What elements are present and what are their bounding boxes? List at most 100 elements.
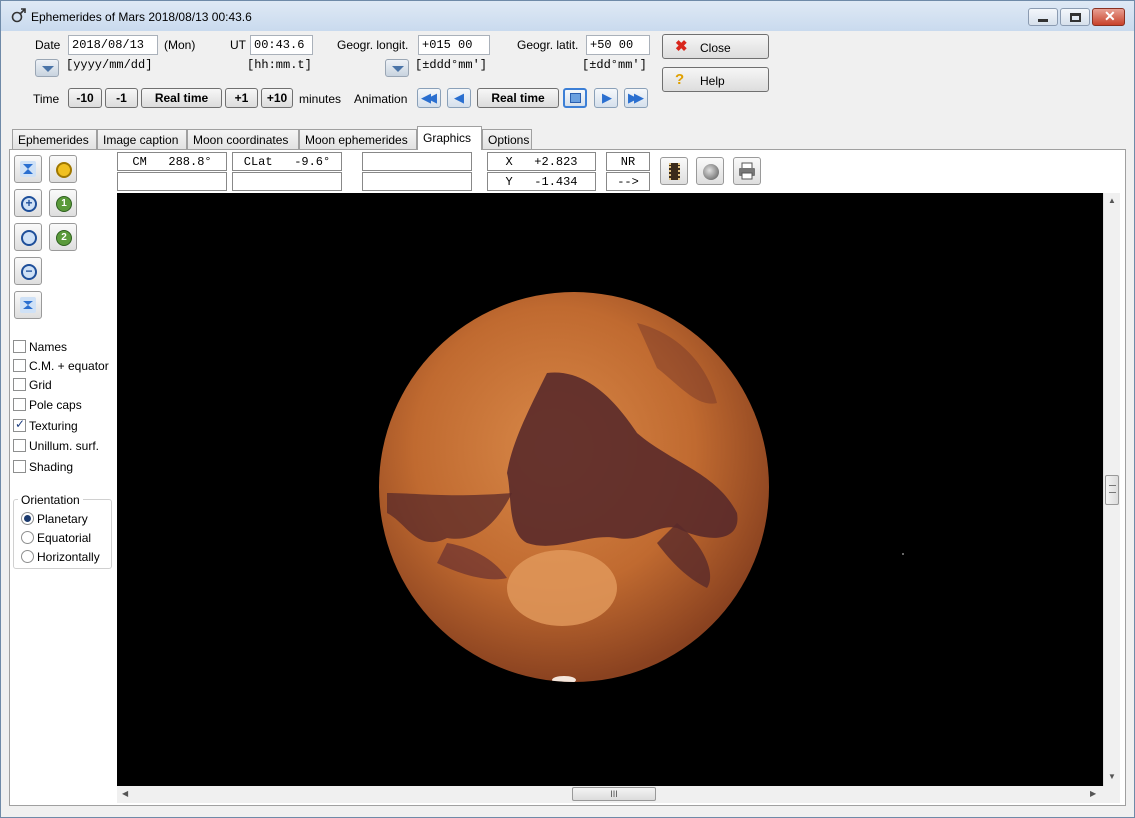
empty-readout-3 — [232, 172, 342, 191]
plus-circle-icon: + — [21, 196, 37, 212]
tab-image-caption[interactable]: Image caption — [97, 129, 187, 149]
scroll-up-icon: ▲ — [1108, 196, 1116, 205]
shrink-view-button[interactable] — [14, 291, 42, 319]
minutes-label: minutes — [299, 92, 342, 106]
animation-stop-button[interactable] — [563, 88, 587, 108]
shading-checkbox[interactable] — [13, 460, 26, 473]
tab-moon-ephemerides[interactable]: Moon ephemerides — [299, 129, 417, 149]
planetary-label: Planetary — [37, 512, 88, 526]
green-1-icon: 1 — [56, 196, 72, 212]
app-window: Ephemerides of Mars 2018/08/13 00:43.6 ✕… — [0, 0, 1135, 818]
mars-planet — [379, 292, 769, 682]
names-label: Names — [29, 340, 68, 354]
moon-dot — [902, 553, 904, 555]
maximize-button[interactable] — [1060, 8, 1090, 26]
grid-label: Grid — [29, 378, 52, 392]
location-dropdown-button[interactable] — [385, 59, 409, 77]
time-plus10-button[interactable]: +10 — [261, 88, 293, 108]
time-minus1-button[interactable]: -1 — [105, 88, 138, 108]
equatorial-radio[interactable] — [21, 531, 34, 544]
time-plus1-button[interactable]: +1 — [225, 88, 258, 108]
ut-input[interactable]: 00:43.6 — [250, 35, 313, 55]
longitude-input[interactable]: +015 00 — [418, 35, 490, 55]
target-icon — [56, 162, 72, 178]
scroll-left-icon: ◀ — [122, 789, 129, 798]
date-dropdown-button[interactable] — [35, 59, 59, 77]
texturing-checkbox[interactable] — [13, 417, 26, 432]
animation-realtime-button[interactable]: Real time — [477, 88, 559, 108]
animation-back-button[interactable]: ◀ — [447, 88, 471, 108]
vertical-scrollbar[interactable]: ▲ ▼ — [1103, 193, 1120, 786]
time-realtime-button[interactable]: Real time — [141, 88, 222, 108]
date-format-hint: [yyyy/mm/dd] — [66, 58, 153, 72]
names-checkbox[interactable] — [13, 340, 26, 353]
film-button[interactable] — [660, 157, 688, 185]
date-label: Date — [35, 38, 61, 52]
horizontal-scroll-thumb[interactable]: III — [572, 787, 656, 801]
fit-view-button[interactable] — [14, 155, 42, 183]
center-target-button[interactable] — [49, 155, 77, 183]
graphics-viewport[interactable] — [117, 193, 1103, 786]
animation-fast-forward-button[interactable]: ▶▶ — [624, 88, 648, 108]
restore-icon — [1070, 13, 1081, 22]
latitude-input[interactable]: +50 00 — [586, 35, 650, 55]
reset-zoom-button[interactable] — [14, 223, 42, 251]
tab-graphics[interactable]: Graphics — [417, 126, 482, 150]
scroll-corner — [1103, 786, 1120, 803]
minimize-icon — [1038, 19, 1048, 22]
animation-forward-button[interactable]: ▶ — [594, 88, 618, 108]
help-button[interactable]: ? Help — [662, 67, 769, 92]
step-forward-icon: ▶ — [602, 90, 612, 105]
mars-canvas — [379, 292, 904, 682]
planetary-radio[interactable] — [21, 512, 34, 525]
unillum-surf-label: Unillum. surf. — [29, 439, 100, 453]
fast-rewind-icon: ◀◀ — [421, 90, 437, 105]
animation-fast-back-button[interactable]: ◀◀ — [417, 88, 441, 108]
horizontally-label: Horizontally — [37, 550, 100, 564]
view-1-button[interactable]: 1 — [49, 189, 77, 217]
cm-equator-checkbox[interactable] — [13, 359, 26, 372]
close-icon: ✕ — [1104, 8, 1116, 24]
minus-circle-icon: − — [21, 264, 37, 280]
close-button[interactable]: ✖ Close — [662, 34, 769, 59]
grid-checkbox[interactable] — [13, 378, 26, 391]
tab-moon-coordinates[interactable]: Moon coordinates — [187, 129, 299, 149]
printer-icon — [739, 162, 755, 180]
empty-readout-1 — [362, 152, 472, 171]
animation-label: Animation — [354, 92, 408, 106]
longitude-label: Geogr. longit. — [337, 38, 409, 52]
unillum-surf-checkbox[interactable] — [13, 439, 26, 452]
shrink-arrows-icon — [20, 297, 36, 313]
cm-equator-label: C.M. + equator — [29, 359, 109, 373]
grip-icon — [1109, 485, 1116, 493]
date-input[interactable]: 2018/08/13 — [68, 35, 158, 55]
vertical-scroll-thumb[interactable] — [1105, 475, 1119, 505]
window-title: Ephemerides of Mars 2018/08/13 00:43.6 — [31, 10, 252, 24]
zoom-in-button[interactable]: + — [14, 189, 42, 217]
stop-icon — [570, 93, 581, 103]
horizontal-scrollbar[interactable]: ◀ III ▶ — [117, 786, 1103, 803]
pole-caps-checkbox[interactable] — [13, 398, 26, 411]
empty-readout-4 — [362, 172, 472, 191]
time-minus10-button[interactable]: -10 — [68, 88, 102, 108]
tab-options[interactable]: Options — [482, 129, 532, 149]
grip-icon: III — [610, 789, 618, 799]
green-2-icon: 2 — [56, 230, 72, 246]
tab-ephemerides[interactable]: Ephemerides — [12, 129, 97, 149]
clat-readout: CLat -9.6° — [232, 152, 342, 171]
minimize-button[interactable] — [1028, 8, 1058, 26]
red-x-icon: ✖ — [675, 38, 688, 55]
close-window-button[interactable]: ✕ — [1092, 8, 1125, 26]
horizontally-radio[interactable] — [21, 550, 34, 563]
view-2-button[interactable]: 2 — [49, 223, 77, 251]
fit-arrows-icon — [20, 161, 36, 177]
texturing-label: Texturing — [29, 419, 78, 433]
ut-label: UT — [230, 38, 246, 52]
zoom-out-button[interactable]: − — [14, 257, 42, 285]
print-button[interactable] — [733, 157, 761, 185]
circle-icon — [21, 230, 37, 246]
planet-view-button[interactable] — [696, 157, 724, 185]
x-readout: X +2.823 — [487, 152, 596, 171]
fast-forward-icon: ▶▶ — [628, 90, 644, 105]
direction-readout: --> — [606, 172, 650, 191]
